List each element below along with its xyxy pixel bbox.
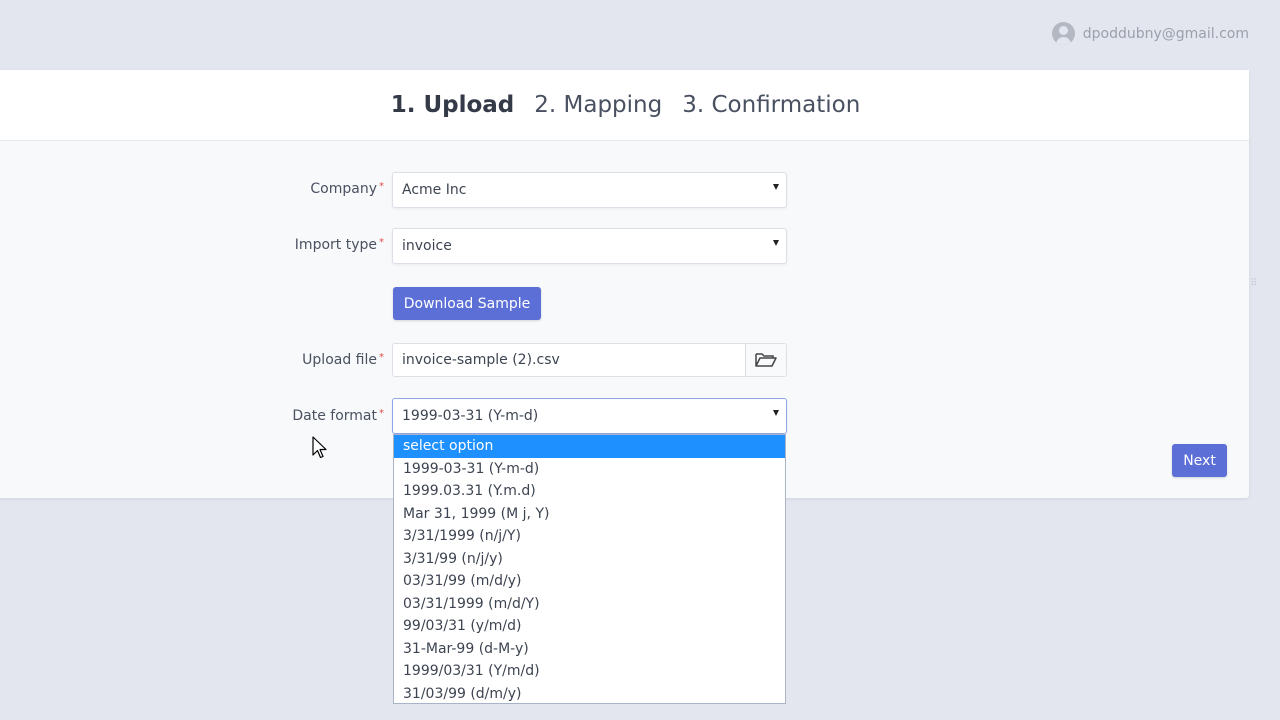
date-format-select[interactable]: 1999-03-31 (Y-m-d) [392,398,787,434]
company-label: Company * [310,181,384,197]
step-confirmation: 3. Confirmation [682,92,861,118]
company-row: Company * Acme Inc [0,172,800,208]
step-mapping: 2. Mapping [534,92,663,118]
date-format-option[interactable]: 03/31/1999 (m/d/Y) [394,593,785,616]
caret-down-icon [773,410,779,416]
import-type-select[interactable]: invoice [392,228,787,264]
required-mark: * [379,408,384,419]
date-format-row: Date format * 1999-03-31 (Y-m-d) [0,398,800,434]
date-format-option[interactable]: 31/03/99 (d/m/y) [394,683,785,706]
step-upload: 1. Upload [390,92,515,118]
wizard-steps: 1. Upload 2. Mapping 3. Confirmation [0,70,1249,141]
import-type-label: Import type * [294,237,384,253]
upload-file-label: Upload file * [302,352,384,368]
caret-down-icon [773,240,779,246]
company-select[interactable]: Acme Inc [392,172,787,208]
upload-file-row: Upload file * invoice-sample (2).csv [0,343,800,379]
date-format-option[interactable]: Mar 31, 1999 (M j, Y) [394,503,785,526]
required-mark: * [379,181,384,192]
folder-open-icon[interactable] [745,344,786,376]
user-email: dpoddubny@gmail.com [1082,25,1249,42]
date-format-label: Date format * [292,408,384,424]
date-format-option[interactable]: 3/31/99 (n/j/y) [394,548,785,571]
upload-file-name: invoice-sample (2).csv [402,352,560,368]
date-format-option[interactable]: 31-Mar-99 (d-M-y) [394,638,785,661]
upload-file-input[interactable]: invoice-sample (2).csv [392,343,787,377]
caret-down-icon [773,184,779,190]
import-type-row: Import type * invoice [0,228,800,264]
next-button[interactable]: Next [1172,444,1227,477]
download-sample-button[interactable]: Download Sample [393,287,541,320]
user-menu[interactable]: dpoddubny@gmail.com [1051,22,1249,45]
date-format-option[interactable]: 03/31/99 (m/d/y) [394,570,785,593]
date-format-options[interactable]: select option 1999-03-31 (Y-m-d) 1999.03.3… [393,434,786,704]
date-format-option[interactable]: 3/31/1999 (n/j/Y) [394,525,785,548]
user-avatar-icon [1051,22,1075,45]
date-format-option[interactable]: 1999.03.31 (Y.m.d) [394,480,785,503]
date-format-option[interactable]: 99/03/31 (y/m/d) [394,615,785,638]
date-format-option[interactable]: 1999-03-31 (Y-m-d) [394,458,785,481]
drag-handle-icon[interactable]: ⠿ [1250,278,1257,289]
date-format-option[interactable]: select option [394,435,785,458]
required-mark: * [379,237,384,248]
date-format-option[interactable]: 1999/03/31 (Y/m/d) [394,660,785,683]
mouse-pointer-icon [312,436,327,459]
required-mark: * [379,352,384,363]
